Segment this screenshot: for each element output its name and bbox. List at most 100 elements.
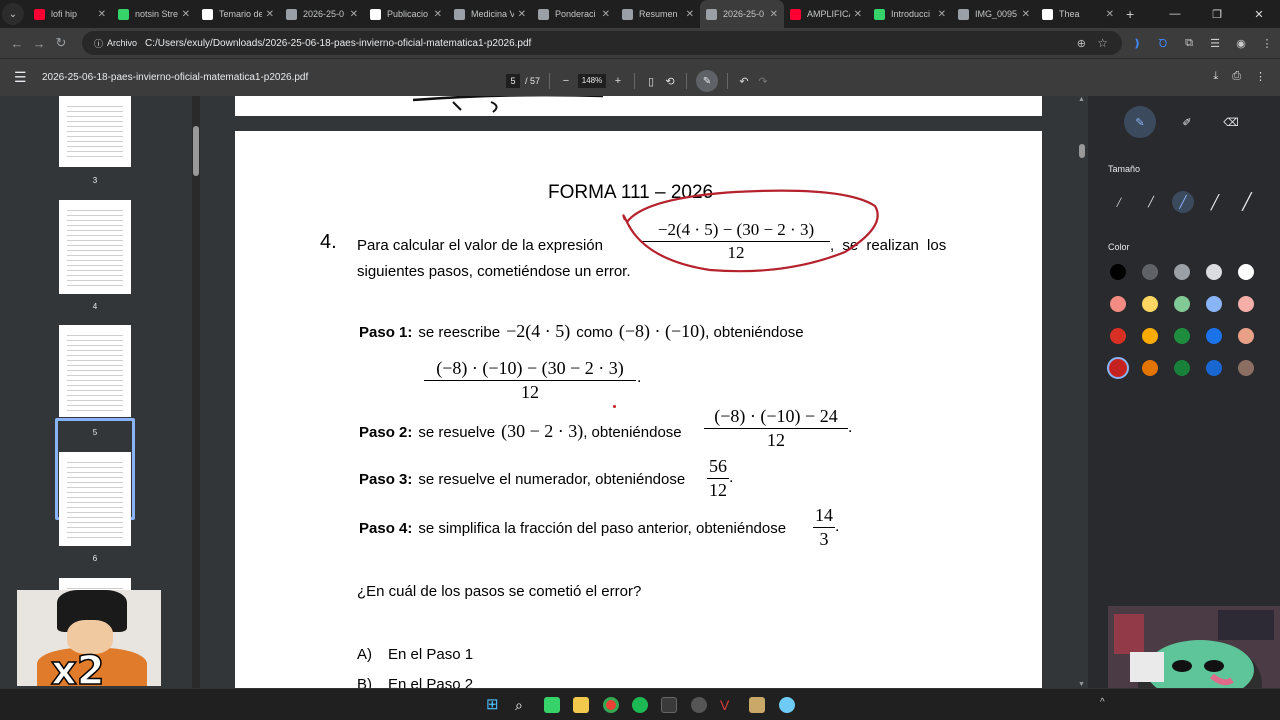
color-swatch[interactable] [1110,296,1126,312]
close-icon[interactable]: ✕ [1238,8,1280,21]
color-swatch[interactable] [1174,328,1190,344]
size-option[interactable]: ╱ [1204,191,1226,213]
color-swatch[interactable] [1142,360,1158,376]
tab-close-icon[interactable]: ✕ [266,9,274,20]
tab[interactable]: IMG_0095 ✕ [952,0,1036,28]
tab-close-icon[interactable]: ✕ [602,9,610,20]
valorant-icon[interactable]: V [720,697,736,713]
spotify-icon[interactable] [632,697,648,713]
scroll-up-icon[interactable]: ▲ [1078,96,1085,103]
color-swatch[interactable] [1174,296,1190,312]
option-a[interactable]: A) En el Paso 1 [357,646,473,663]
color-swatch[interactable] [1206,264,1222,280]
tab-close-icon[interactable]: ✕ [770,9,778,20]
zoom-out-icon[interactable]: − [559,75,573,87]
maximize-icon[interactable]: ❐ [1196,8,1238,21]
color-swatch[interactable] [1142,264,1158,280]
color-swatch[interactable] [1238,296,1254,312]
color-swatch[interactable] [1174,360,1190,376]
sidebar-menu-icon[interactable]: ☰ [14,69,27,86]
tab[interactable]: Ponderaci ✕ [532,0,616,28]
terminal-icon[interactable] [661,697,677,713]
chrome-menu-icon[interactable]: ⋮ [1254,37,1280,50]
print-icon[interactable]: ⎙ [1232,70,1241,83]
more-options-icon[interactable]: ⋮ [1255,70,1266,83]
tab[interactable]: lofi hip ✕ [28,0,112,28]
tab-close-icon[interactable]: ✕ [938,9,946,20]
tab-active[interactable]: 2026-25-0 ✕ [700,0,784,28]
tab[interactable]: Introducci ✕ [868,0,952,28]
app-icon[interactable] [544,697,560,713]
annotate-pen-icon[interactable]: ✎ [696,70,719,92]
viewer-scrollbar[interactable]: ▲ ▼ [1076,96,1088,688]
highlighter-tool-icon[interactable]: ✐ [1174,109,1200,135]
size-option[interactable]: ╱ [1108,191,1130,213]
tab[interactable]: Thea ✕ [1036,0,1120,28]
eraser-tool-icon[interactable]: ⌫ [1218,109,1244,135]
tab-close-icon[interactable]: ✕ [1106,9,1114,20]
extensions-puzzle-icon[interactable]: ⧉ [1176,37,1202,50]
page-number-input[interactable]: 5 [506,74,520,88]
app-icon[interactable] [749,697,765,713]
chrome-icon[interactable] [603,697,619,713]
color-swatch[interactable] [1206,328,1222,344]
sidebar-scrollbar[interactable] [192,96,200,688]
color-swatch[interactable] [1238,360,1254,376]
pdf-viewer[interactable]: FORMA 111 – 2026 4. Para calcular el val… [200,96,1076,688]
zoom-input[interactable]: 148% [578,74,607,88]
pen-tool-icon[interactable]: ✎ [1124,106,1156,138]
color-swatch[interactable] [1142,296,1158,312]
thumbnail-page-current[interactable] [59,325,131,417]
tab[interactable]: notsin Stre ✕ [112,0,196,28]
size-option[interactable]: ╱ [1140,191,1162,213]
app-icon[interactable] [779,697,795,713]
download-icon[interactable]: ⤓ [1213,70,1218,83]
color-swatch[interactable] [1238,328,1254,344]
color-swatch-selected[interactable] [1107,357,1129,379]
back-icon[interactable]: ← [6,36,28,51]
translate-extension-icon[interactable]: Ꝺ [1150,36,1176,51]
scroll-down-icon[interactable]: ▼ [1078,681,1085,688]
reload-icon[interactable]: ↻ [50,35,72,51]
thumbnail-page[interactable] [59,452,131,546]
scroll-thumb[interactable] [1079,144,1085,158]
tab[interactable]: Temario de ✕ [196,0,280,28]
windows-start-icon[interactable]: ⊞ [486,697,502,713]
tab[interactable]: Resumen ✕ [616,0,700,28]
search-icon[interactable]: ⌕ [515,697,531,713]
color-swatch[interactable] [1206,296,1222,312]
thumbnail-page[interactable] [59,96,131,167]
color-swatch[interactable] [1206,360,1222,376]
minimize-icon[interactable]: — [1154,8,1196,20]
tab-close-icon[interactable]: ✕ [434,9,442,20]
forward-icon[interactable]: → [28,36,50,51]
zoom-in-icon[interactable]: + [611,75,625,87]
app-icon[interactable] [691,697,707,713]
new-tab-button[interactable]: + [1126,6,1134,22]
rotate-icon[interactable]: ⟲ [663,75,677,88]
size-option[interactable]: ╱ [1236,191,1258,213]
tab-close-icon[interactable]: ✕ [350,9,358,20]
undo-icon[interactable]: ↶ [737,75,751,88]
profile-icon[interactable]: ◉ [1228,37,1254,50]
site-info-chip[interactable]: ⓘ Archivo [88,37,143,50]
tab[interactable]: 2026-25-0 ✕ [280,0,364,28]
color-swatch[interactable] [1174,264,1190,280]
bookmark-star-icon[interactable]: ☆ [1097,36,1108,50]
zoom-icon[interactable]: ⊕ [1077,37,1086,50]
omnibox[interactable]: ⓘ Archivo C:/Users/exuly/Downloads/2026-2… [82,31,1122,55]
tab-close-icon[interactable]: ✕ [182,9,190,20]
size-option-selected[interactable]: ╱ [1172,191,1194,213]
tab[interactable]: Publicacio ✕ [364,0,448,28]
color-swatch[interactable] [1142,328,1158,344]
tab-close-icon[interactable]: ✕ [1022,9,1030,20]
tab-close-icon[interactable]: ✕ [98,9,106,20]
thumbnail-page[interactable] [59,200,131,294]
url-text[interactable]: C:/Users/exuly/Downloads/2026-25-06-18-p… [145,38,531,49]
file-explorer-icon[interactable] [573,697,589,713]
tab-close-icon[interactable]: ✕ [518,9,526,20]
tab-close-icon[interactable]: ✕ [686,9,694,20]
redo-icon[interactable]: ↷ [756,75,770,88]
tab-close-icon[interactable]: ✕ [854,9,862,20]
tray-chevron-icon[interactable]: ^ [1100,697,1105,708]
